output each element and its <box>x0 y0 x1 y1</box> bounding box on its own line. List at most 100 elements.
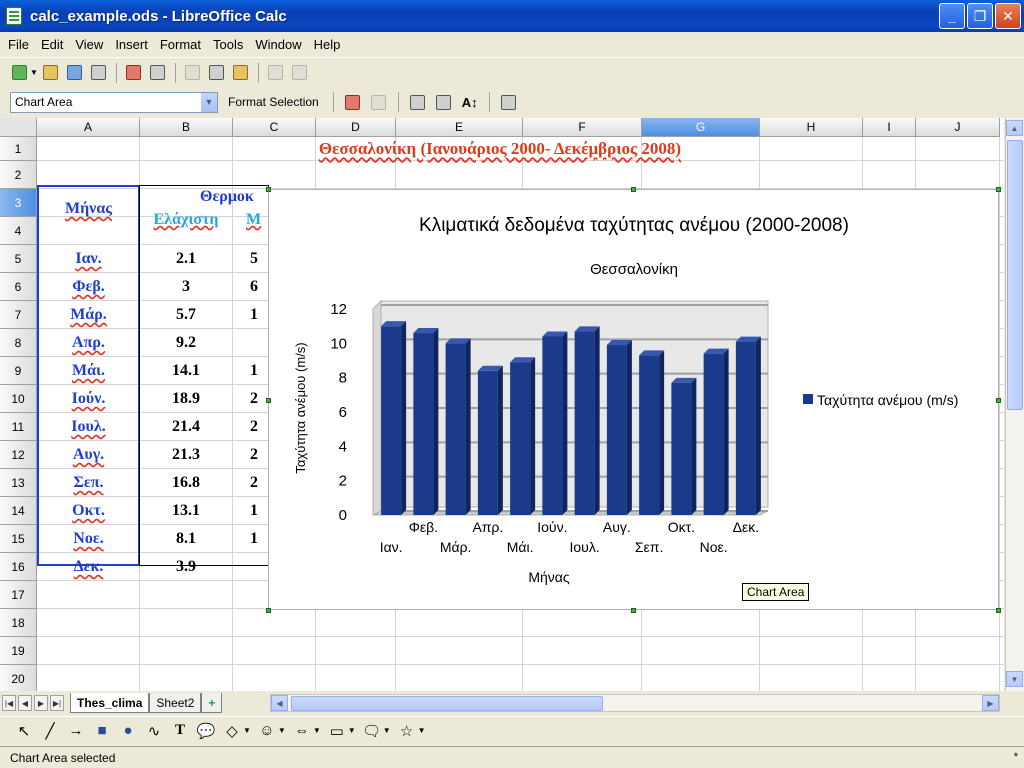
spreadsheet-grid[interactable]: ABCDEFGHIJ 1 2 3 4 5 6 7 8 9 10 11 12 13 14 15 16 17 18 19… <box>0 118 1004 691</box>
chart-element-select[interactable]: Chart Area ▼ <box>10 91 218 113</box>
row-header-6[interactable]: 6 <box>0 273 37 301</box>
menu-insert[interactable]: Insert <box>109 37 154 52</box>
menu-file[interactable]: File <box>2 37 35 52</box>
row-header-18[interactable]: 18 <box>0 609 37 637</box>
row-header-8[interactable]: 8 <box>0 329 37 357</box>
email-icon[interactable] <box>88 62 110 84</box>
block-arrows-icon[interactable]: ⇔ <box>292 722 312 739</box>
row-header-11[interactable]: 11 <box>0 413 37 441</box>
add-sheet-icon[interactable]: + <box>201 693 223 713</box>
callout-icon[interactable]: 💬 <box>196 722 216 740</box>
row-header-12[interactable]: 12 <box>0 441 37 469</box>
column-header-d[interactable]: D <box>316 118 396 137</box>
menu-format[interactable]: Format <box>154 37 207 52</box>
arrow-line-icon[interactable]: → <box>66 722 86 739</box>
menu-edit[interactable]: Edit <box>35 37 69 52</box>
format-selection-button[interactable]: Format Selection <box>222 95 325 109</box>
new-dropdown-icon[interactable]: ▼ <box>30 68 38 77</box>
resize-handle-b[interactable] <box>631 608 636 613</box>
row-header-10[interactable]: 10 <box>0 385 37 413</box>
new-document-icon[interactable] <box>8 62 30 84</box>
last-sheet-icon[interactable]: ▶| <box>50 695 64 711</box>
row-header-19[interactable]: 19 <box>0 637 37 665</box>
block-arrows-dropdown-icon[interactable]: ▼ <box>313 726 321 735</box>
resize-handle-br[interactable] <box>996 608 1001 613</box>
callouts-dropdown-icon[interactable]: ▼ <box>383 726 391 735</box>
maximize-button[interactable]: ❐ <box>967 3 993 29</box>
line-tool-icon[interactable]: ╱ <box>40 722 60 740</box>
symbol-shapes-dropdown-icon[interactable]: ▼ <box>278 726 286 735</box>
scroll-right-icon[interactable]: ▶ <box>982 695 999 711</box>
flowchart-icon[interactable]: ▭ <box>327 722 347 740</box>
row-header-2[interactable]: 2 <box>0 161 37 189</box>
chart-svg[interactable]: Κλιματικά δεδομένα ταχύτητας ανέμου (200… <box>269 190 1000 611</box>
stars-icon[interactable]: ☆ <box>397 722 417 740</box>
scroll-up-icon[interactable]: ▲ <box>1006 120 1023 136</box>
column-header-c[interactable]: C <box>233 118 316 137</box>
row-header-9[interactable]: 9 <box>0 357 37 385</box>
embedded-chart[interactable]: Κλιματικά δεδομένα ταχύτητας ανέμου (200… <box>268 189 999 610</box>
row-header-5[interactable]: 5 <box>0 245 37 273</box>
resize-handle-tr[interactable] <box>996 187 1001 192</box>
open-icon[interactable] <box>40 62 62 84</box>
row-header-1[interactable]: 1 <box>0 137 37 161</box>
menu-window[interactable]: Window <box>249 37 307 52</box>
cut-icon[interactable] <box>182 62 204 84</box>
basic-shapes-icon[interactable]: ◇ <box>222 722 242 740</box>
text-tool-icon[interactable]: T <box>170 722 190 739</box>
redo-icon[interactable] <box>289 62 311 84</box>
horizontal-grids-icon[interactable] <box>407 91 429 113</box>
tab-sheet2[interactable]: Sheet2 <box>149 693 202 713</box>
row-header-17[interactable]: 17 <box>0 581 37 609</box>
horizontal-scrollbar[interactable]: ◀ ▶ <box>270 694 1000 712</box>
menu-view[interactable]: View <box>69 37 109 52</box>
rectangle-icon[interactable]: ■ <box>92 722 112 739</box>
vertical-scrollbar[interactable]: ▲ ▼ <box>1005 118 1024 691</box>
row-header-7[interactable]: 7 <box>0 301 37 329</box>
column-header-j[interactable]: J <box>916 118 1000 137</box>
undo-icon[interactable] <box>265 62 287 84</box>
chart-type-icon[interactable] <box>342 91 364 113</box>
export-pdf-icon[interactable] <box>123 62 145 84</box>
select-all-corner[interactable] <box>0 118 37 137</box>
stars-dropdown-icon[interactable]: ▼ <box>418 726 426 735</box>
tab-thes-clima[interactable]: Thes_clima <box>70 693 150 713</box>
menu-tools[interactable]: Tools <box>207 37 249 52</box>
menu-help[interactable]: Help <box>308 37 347 52</box>
print-icon[interactable] <box>147 62 169 84</box>
paste-icon[interactable] <box>230 62 252 84</box>
row-header-16[interactable]: 16 <box>0 553 37 581</box>
legend-on-off-icon[interactable] <box>433 91 455 113</box>
first-sheet-icon[interactable]: |◀ <box>2 695 16 711</box>
resize-handle-tl[interactable] <box>266 187 271 192</box>
horizontal-scroll-thumb[interactable] <box>291 696 603 711</box>
column-header-e[interactable]: E <box>396 118 523 137</box>
row-header-13[interactable]: 13 <box>0 469 37 497</box>
select-pointer-icon[interactable]: ↖ <box>14 722 34 740</box>
column-header-g[interactable]: G <box>642 118 760 137</box>
copy-icon[interactable] <box>206 62 228 84</box>
vertical-scroll-thumb[interactable] <box>1007 140 1023 410</box>
save-icon[interactable] <box>64 62 86 84</box>
column-header-b[interactable]: B <box>140 118 233 137</box>
next-sheet-icon[interactable]: ▶ <box>34 695 48 711</box>
row-header-20[interactable]: 20 <box>0 665 37 691</box>
close-button[interactable]: ✕ <box>995 3 1021 29</box>
ellipse-icon[interactable]: ● <box>118 722 138 739</box>
row-header-3[interactable]: 3 <box>0 189 37 217</box>
row-header-4[interactable]: 4 <box>0 217 37 245</box>
resize-handle-r[interactable] <box>996 398 1001 403</box>
chevron-down-icon[interactable]: ▼ <box>200 92 217 112</box>
column-header-a[interactable]: A <box>37 118 140 137</box>
row-header-14[interactable]: 14 <box>0 497 37 525</box>
flowchart-dropdown-icon[interactable]: ▼ <box>348 726 356 735</box>
resize-handle-l[interactable] <box>266 398 271 403</box>
prev-sheet-icon[interactable]: ◀ <box>18 695 32 711</box>
scroll-down-icon[interactable]: ▼ <box>1006 671 1023 687</box>
basic-shapes-dropdown-icon[interactable]: ▼ <box>243 726 251 735</box>
automatic-layout-icon[interactable] <box>498 91 520 113</box>
column-header-h[interactable]: H <box>760 118 863 137</box>
symbol-shapes-icon[interactable]: ☺ <box>257 722 277 739</box>
callouts-icon[interactable]: 🗨 <box>362 722 382 740</box>
freeform-curve-icon[interactable]: ∿ <box>144 722 164 740</box>
